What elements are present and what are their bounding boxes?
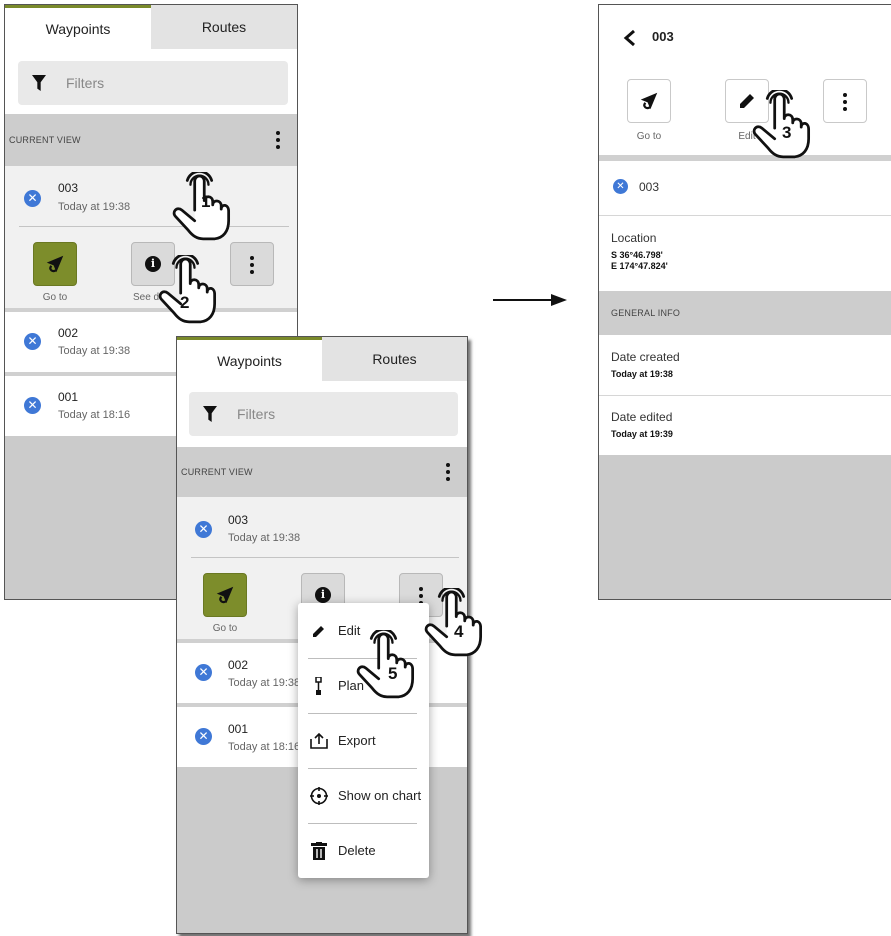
divider xyxy=(599,155,891,161)
kebab-menu-icon xyxy=(250,256,254,274)
page-title: 003 xyxy=(652,29,674,44)
waypoint-name: 001 xyxy=(228,722,249,736)
kebab-menu-icon xyxy=(843,93,847,111)
tab-waypoints[interactable]: Waypoints xyxy=(5,5,151,49)
chevron-left-icon xyxy=(623,29,635,47)
date-created-value: Today at 19:38 xyxy=(611,369,673,379)
general-info-header: GENERAL INFO xyxy=(599,291,891,335)
filters-button[interactable]: Filters xyxy=(189,392,458,436)
step-number: 2 xyxy=(180,293,190,312)
date-edited-value: Today at 19:39 xyxy=(611,429,673,439)
location-latitude: S 36°46.798' xyxy=(611,250,663,260)
location-label: Location xyxy=(611,231,657,245)
step-number: 4 xyxy=(454,622,464,641)
funnel-icon xyxy=(203,406,217,422)
close-circle-icon[interactable]: ✕ xyxy=(24,397,41,414)
location-longitude: E 174°47.824' xyxy=(611,261,668,271)
goto-label: Go to xyxy=(42,292,68,303)
tap-hand-icon: 4 xyxy=(420,588,484,658)
tab-bar: Waypoints Routes xyxy=(5,5,297,49)
waypoint-time: Today at 19:38 xyxy=(58,201,131,213)
close-circle-icon[interactable]: ✕ xyxy=(24,190,41,207)
empty-map-area xyxy=(599,455,891,599)
goto-button[interactable] xyxy=(627,79,671,123)
menu-item-show-on-chart[interactable]: Show on chart xyxy=(298,768,429,823)
waypoint-time: Today at 19:38 xyxy=(58,345,131,357)
waypoint-name: 001 xyxy=(58,390,79,404)
menu-item-delete[interactable]: Delete xyxy=(298,823,429,878)
arrow-right-icon xyxy=(493,294,567,306)
menu-item-label: Show on chart xyxy=(338,788,422,803)
filters-label: Filters xyxy=(66,75,105,91)
date-edited-label: Date edited xyxy=(611,410,673,424)
funnel-icon xyxy=(32,75,46,91)
navigation-arrow-icon xyxy=(214,584,236,606)
waypoint-name: 002 xyxy=(58,326,79,340)
step-number: 5 xyxy=(388,664,398,683)
divider xyxy=(599,215,891,216)
menu-item-label: Export xyxy=(338,733,376,748)
divider xyxy=(599,395,891,396)
goto-button[interactable] xyxy=(33,242,77,286)
close-circle-icon[interactable]: ✕ xyxy=(613,179,628,194)
back-button[interactable] xyxy=(623,29,639,49)
tab-waypoints[interactable]: Waypoints xyxy=(177,337,322,381)
menu-item-export[interactable]: Export xyxy=(298,713,429,768)
info-icon: i xyxy=(315,587,331,603)
current-view-header: CURRENT VIEW xyxy=(177,447,467,497)
date-created-label: Date created xyxy=(611,350,680,364)
close-circle-icon[interactable]: ✕ xyxy=(195,664,212,681)
waypoint-name: 003 xyxy=(58,181,79,195)
tab-routes[interactable]: Routes xyxy=(151,5,297,49)
kebab-menu-icon[interactable] xyxy=(276,131,280,149)
navigation-arrow-icon xyxy=(638,90,660,112)
waypoint-name: 002 xyxy=(228,658,249,672)
more-button[interactable] xyxy=(823,79,867,123)
navigation-arrow-icon xyxy=(44,253,66,275)
waypoint-time: Today at 19:38 xyxy=(228,677,301,689)
divider xyxy=(19,226,289,227)
section-label: CURRENT VIEW xyxy=(181,467,253,477)
goto-button[interactable] xyxy=(203,573,247,617)
divider xyxy=(191,557,459,558)
section-label: CURRENT VIEW xyxy=(9,135,81,145)
tap-hand-icon: 3 xyxy=(748,90,812,160)
goto-label: Go to xyxy=(636,131,662,142)
menu-item-label: Delete xyxy=(338,843,376,858)
filters-label: Filters xyxy=(237,406,276,422)
waypoint-time: Today at 18:16 xyxy=(228,741,301,753)
step-number: 3 xyxy=(782,123,792,142)
close-circle-icon[interactable]: ✕ xyxy=(24,333,41,350)
waypoint-time: Today at 18:16 xyxy=(58,409,131,421)
step-number: 1 xyxy=(201,192,211,211)
pencil-icon xyxy=(308,623,330,639)
kebab-menu-icon[interactable] xyxy=(446,463,450,481)
current-view-header: CURRENT VIEW xyxy=(5,114,297,166)
tap-hand-icon: 1 xyxy=(168,172,232,242)
close-circle-icon[interactable]: ✕ xyxy=(195,521,212,538)
trash-icon xyxy=(308,841,330,860)
crosshair-icon xyxy=(308,786,330,805)
tap-hand-icon: 5 xyxy=(352,630,416,700)
export-icon xyxy=(308,732,330,749)
tab-bar: Waypoints Routes xyxy=(177,337,467,381)
tab-routes[interactable]: Routes xyxy=(322,337,467,381)
tap-hand-icon: 2 xyxy=(154,255,218,325)
waypoint-details-panel: 003 Go to Edit ✕ 003 Location S 36°46.79… xyxy=(598,4,891,600)
list-item[interactable]: ✕ 003 Today at 19:38 Go to i See deta xyxy=(5,166,297,308)
goto-label: Go to xyxy=(212,623,238,634)
waypoint-name: 003 xyxy=(639,180,660,194)
waypoint-name: 003 xyxy=(228,513,249,527)
close-circle-icon[interactable]: ✕ xyxy=(195,728,212,745)
more-button[interactable] xyxy=(230,242,274,286)
waypoint-time: Today at 19:38 xyxy=(228,532,301,544)
section-label: GENERAL INFO xyxy=(611,308,681,318)
route-plan-icon xyxy=(308,676,330,695)
filters-button[interactable]: Filters xyxy=(18,61,288,105)
